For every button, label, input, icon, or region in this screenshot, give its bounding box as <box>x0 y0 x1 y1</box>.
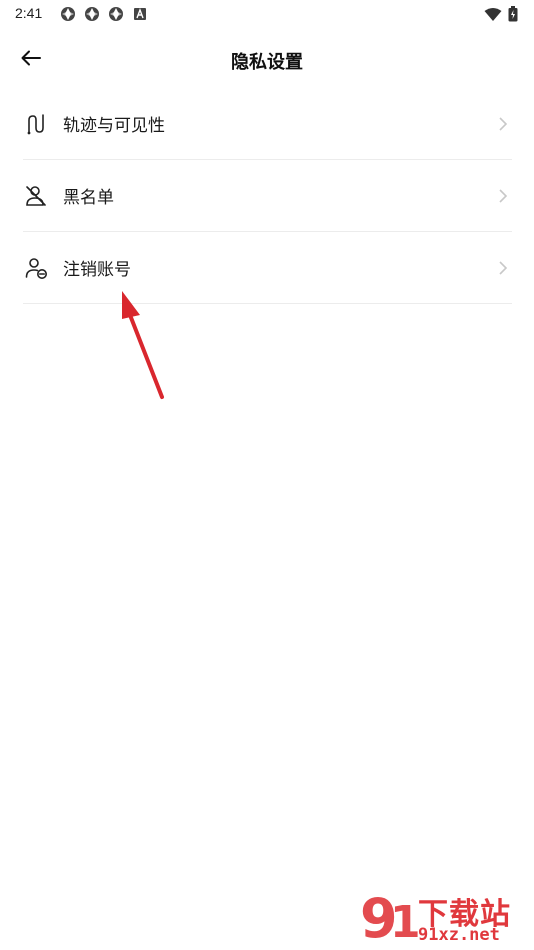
watermark-logo: 9 1 下载站 91xz.net <box>360 885 530 947</box>
notification-icon <box>108 6 124 22</box>
chevron-right-icon <box>498 188 508 204</box>
menu-item-blacklist[interactable]: 黑名单 <box>23 160 512 232</box>
status-bar: 2:41 <box>0 0 534 28</box>
annotation-arrow <box>110 285 180 410</box>
system-icons <box>484 6 518 26</box>
menu-item-delete-account[interactable]: 注销账号 <box>23 232 512 304</box>
menu-item-track-visibility[interactable]: 轨迹与可见性 <box>23 88 512 160</box>
watermark-domain: 91xz.net <box>418 925 500 945</box>
menu-item-label: 轨迹与可见性 <box>63 116 165 136</box>
battery-icon <box>508 6 518 26</box>
chevron-right-icon <box>498 260 508 276</box>
wifi-icon <box>484 7 502 26</box>
menu-item-label: 黑名单 <box>63 188 114 208</box>
app-bar: 隐私设置 <box>0 36 534 84</box>
chevron-right-icon <box>498 116 508 132</box>
notification-icon <box>60 6 76 22</box>
notification-icon <box>84 6 100 22</box>
route-icon <box>23 111 49 137</box>
user-remove-icon <box>23 255 49 281</box>
font-a-icon <box>132 6 148 22</box>
svg-text:1: 1 <box>390 897 418 945</box>
page-title: 隐私设置 <box>231 52 303 73</box>
menu-item-label: 注销账号 <box>63 260 131 280</box>
notification-icons <box>60 6 148 22</box>
status-time: 2:41 <box>15 5 43 21</box>
blocked-user-icon <box>23 183 49 209</box>
settings-list: 轨迹与可见性 黑名单 注销账号 <box>23 88 512 304</box>
